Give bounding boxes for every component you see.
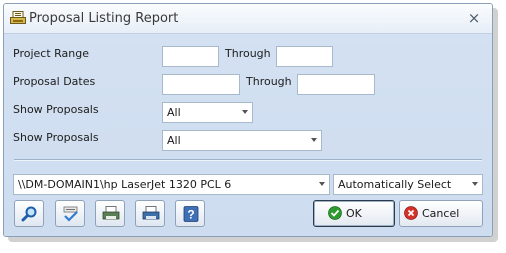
printer-select[interactable]: \\DM-DOMAIN1\hp LaserJet 1320 PCL 6 [13, 174, 330, 195]
help-button[interactable]: ? [175, 200, 205, 227]
show-proposals-value: All [167, 106, 181, 119]
printer-icon [142, 206, 160, 220]
help-glyph: ? [187, 208, 194, 222]
spell-check-icon [63, 206, 78, 222]
proposal-listing-dialog: Proposal Listing Report × Project Range … [3, 3, 493, 237]
title-bar[interactable]: Proposal Listing Report × [4, 4, 492, 34]
chevron-down-icon [472, 182, 478, 186]
divider [14, 159, 482, 161]
ok-label: OK [346, 207, 362, 220]
chevron-down-icon [319, 182, 325, 186]
chevron-down-icon [311, 138, 317, 142]
chevron-down-icon [242, 110, 248, 114]
proposal-dates-label: Proposal Dates [13, 75, 96, 88]
magnifier-icon [21, 206, 37, 222]
report-printer-icon [10, 11, 26, 24]
show-proposals-label-2: Show Proposals [13, 131, 99, 144]
proposal-dates-to-input[interactable] [297, 74, 375, 95]
paper-tray-value: Automatically Select [338, 178, 452, 191]
proposal-dates-through-label: Through [246, 75, 292, 88]
project-range-through-label: Through [225, 47, 271, 60]
print-button[interactable] [135, 200, 165, 227]
show-proposals-value-2: All [167, 134, 181, 147]
cancel-icon [404, 206, 418, 220]
print-preview-icon [102, 206, 120, 220]
cancel-button[interactable]: Cancel [399, 200, 483, 227]
project-range-to-input[interactable] [276, 46, 333, 67]
search-button[interactable] [14, 200, 44, 227]
show-proposals-label: Show Proposals [13, 103, 99, 116]
project-range-label: Project Range [13, 47, 89, 60]
printer-value: \\DM-DOMAIN1\hp LaserJet 1320 PCL 6 [18, 178, 232, 191]
dialog-body: Project Range Through Proposal Dates Thr… [4, 34, 492, 236]
window-title: Proposal Listing Report [29, 11, 179, 26]
cancel-label: Cancel [422, 207, 460, 220]
checkmark-icon [328, 206, 342, 220]
print-preview-button[interactable] [95, 200, 125, 227]
help-icon: ? [183, 206, 199, 222]
show-proposals-select-2[interactable]: All [162, 130, 322, 151]
ok-button[interactable]: OK [313, 200, 395, 227]
proposal-dates-from-input[interactable] [162, 74, 240, 95]
close-icon[interactable]: × [466, 9, 482, 27]
paper-tray-select[interactable]: Automatically Select [333, 174, 483, 195]
spell-check-button[interactable] [55, 200, 85, 227]
project-range-from-input[interactable] [162, 46, 219, 67]
show-proposals-select[interactable]: All [162, 102, 253, 123]
